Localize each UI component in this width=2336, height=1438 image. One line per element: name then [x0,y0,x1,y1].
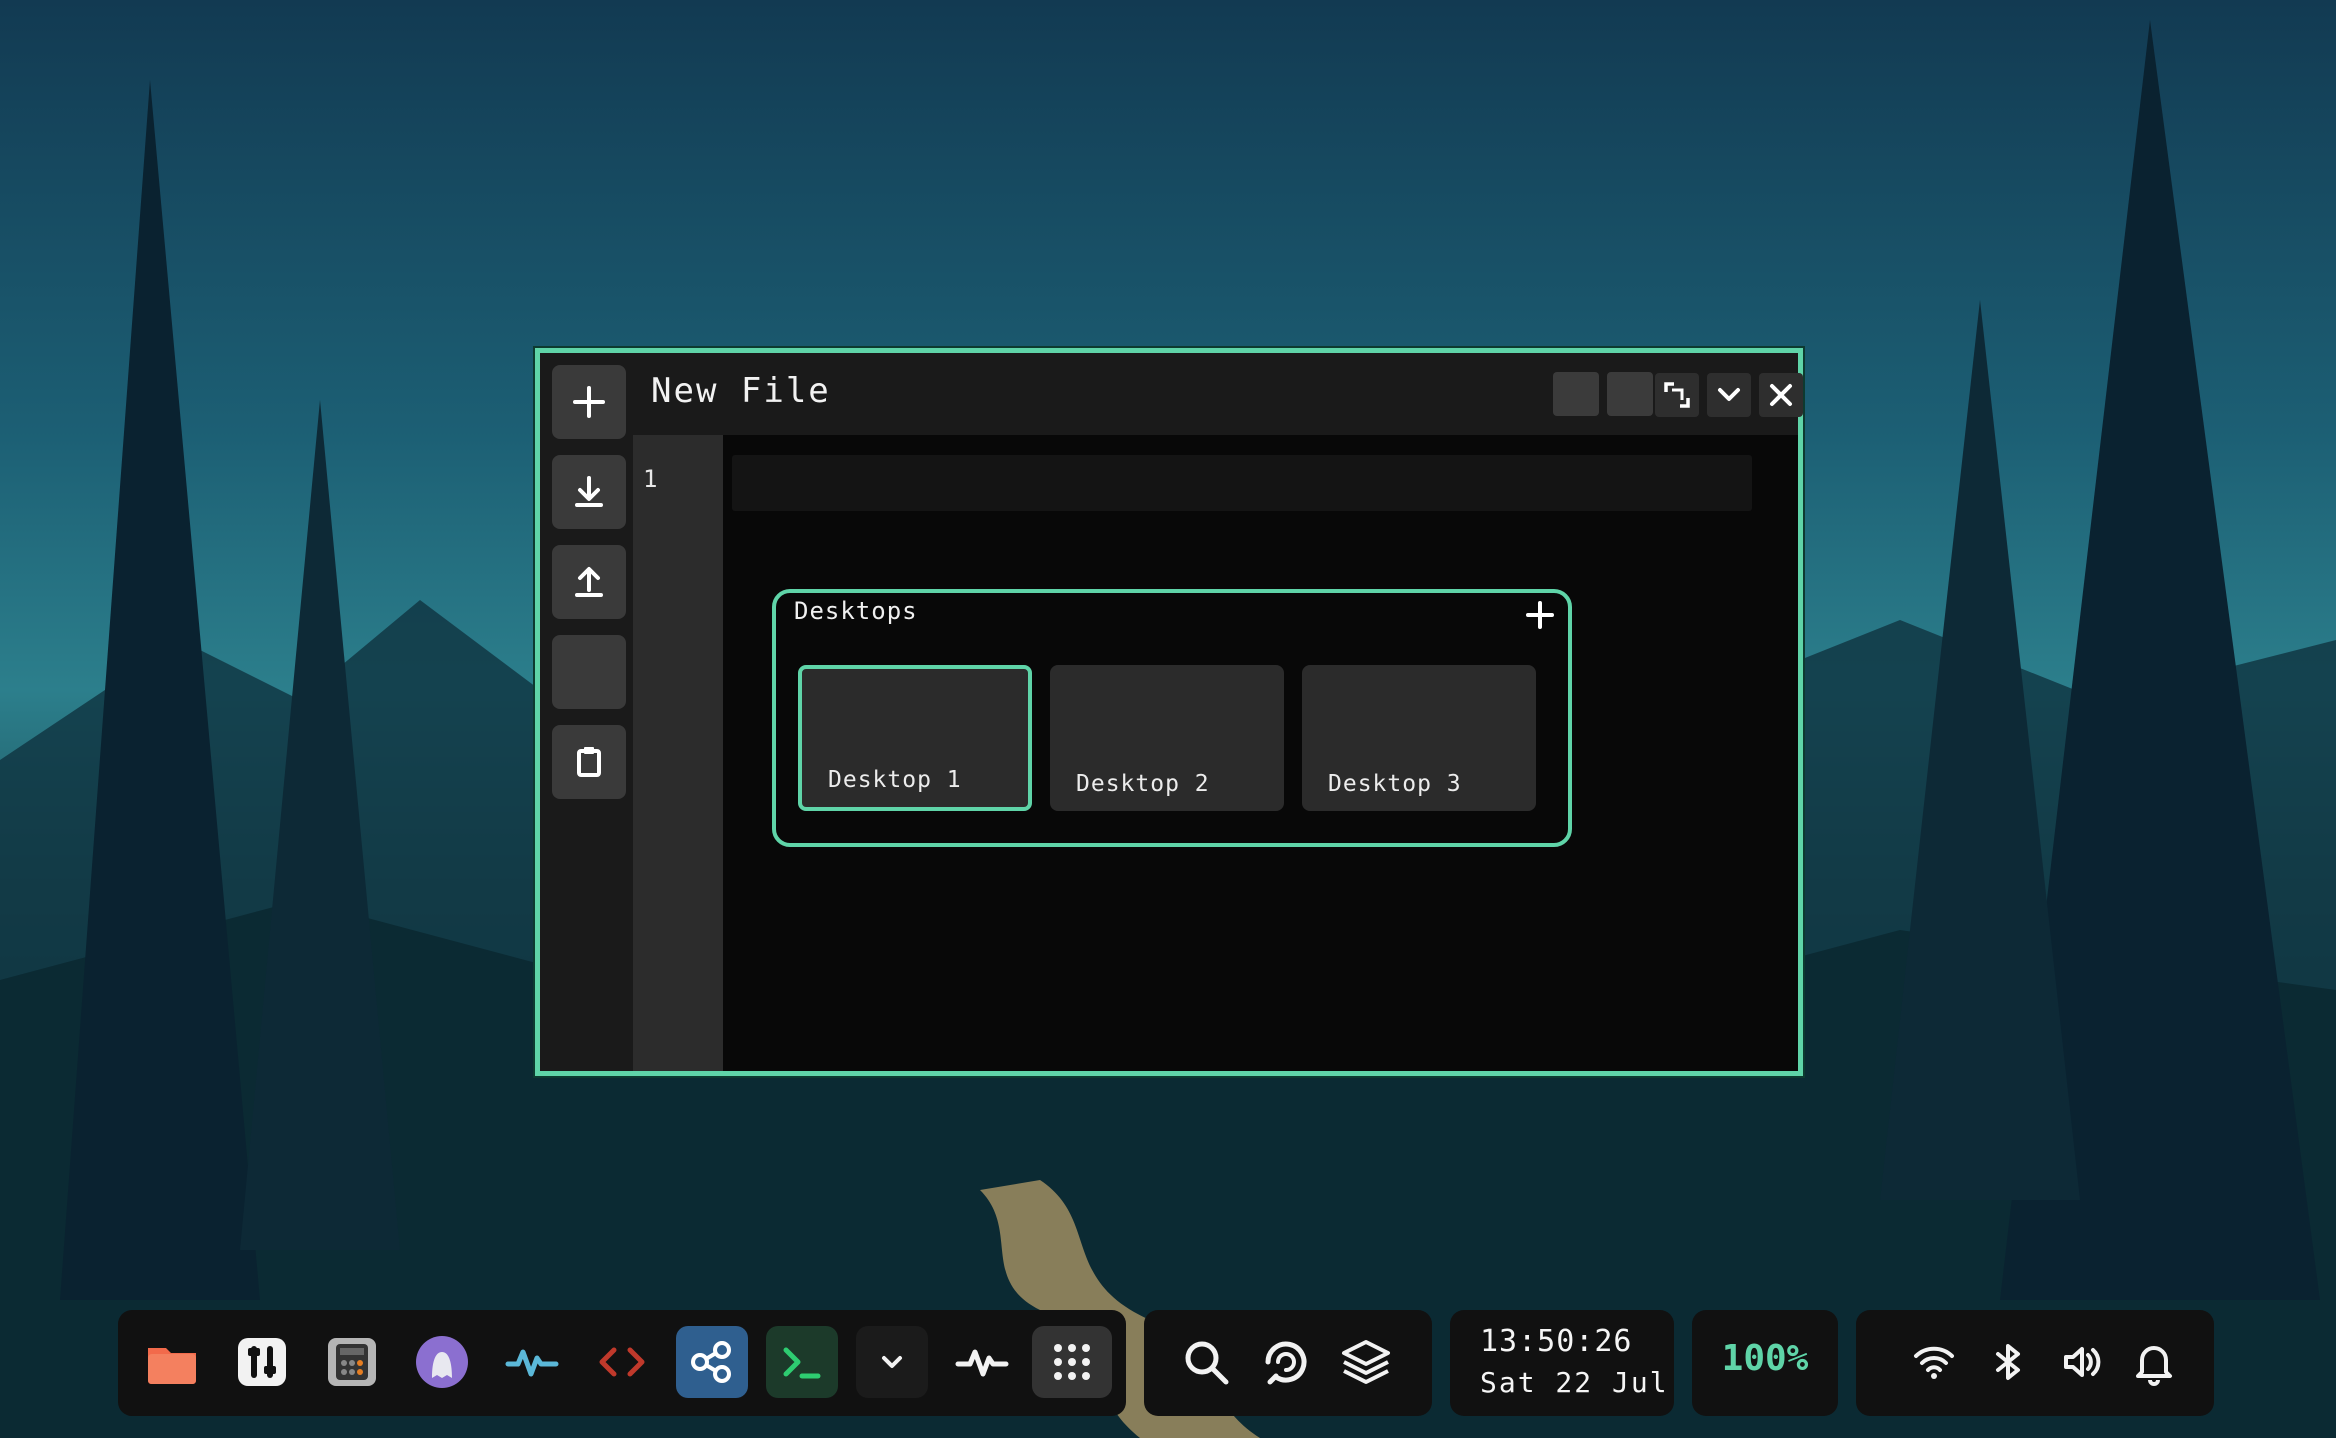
more-apps-button[interactable] [856,1326,928,1398]
quick-actions-panel [1144,1310,1432,1416]
desktops-title: Desktops [794,597,918,625]
plus-icon [1526,601,1554,629]
desktop-card-1[interactable]: Desktop 1 [798,665,1032,811]
battery-panel[interactable]: 100% [1692,1310,1838,1416]
volume-icon [2064,1347,2101,1377]
settings-sliders-icon [238,1338,286,1386]
desktop-label: Desktop 1 [828,767,962,793]
window-titlebar[interactable]: New File [633,353,1803,435]
close-icon [1770,384,1792,406]
bluetooth-icon [1996,1344,2020,1380]
titlebar-tab-placeholder[interactable] [1607,372,1653,416]
minimize-button[interactable] [1707,373,1751,417]
download-icon [575,476,603,507]
wifi-icon [1914,1346,1954,1379]
pulse-app[interactable] [946,1326,1018,1398]
titlebar-tab-placeholder[interactable] [1553,372,1599,416]
add-desktop-button[interactable] [1520,595,1560,635]
clock-time: 13:50:26 [1480,1324,1633,1359]
notifications-button[interactable] [2124,1332,2184,1392]
window-title: New File [651,371,831,411]
save-button[interactable] [552,455,626,529]
refresh-icon [1265,1341,1307,1385]
share-app[interactable] [676,1326,748,1398]
editor-current-line[interactable] [732,455,1752,511]
resize-icon [1664,382,1690,408]
clock-panel[interactable]: 13:50:26 Sat 22 Jul [1450,1310,1674,1416]
volume-button[interactable] [2052,1332,2112,1392]
clock-date: Sat 22 Jul [1480,1366,1669,1399]
resize-button[interactable] [1655,373,1699,417]
editor-window: New File 1 Desktops Desktop 1 Desktop 2 … [535,348,1803,1076]
monitor-app[interactable] [496,1326,568,1398]
activity-icon [505,1349,559,1377]
folder-icon [148,1348,196,1384]
clipboard-icon [577,747,601,777]
settings-app[interactable] [226,1326,298,1398]
search-icon [1185,1341,1229,1385]
calculator-app[interactable] [316,1326,388,1398]
bluetooth-button[interactable] [1978,1332,2038,1392]
line-number: 1 [643,465,658,493]
search-button[interactable] [1170,1326,1242,1398]
bell-icon [2136,1346,2172,1386]
ghost-icon [416,1336,468,1388]
share-icon [691,1341,731,1383]
desktop-card-3[interactable]: Desktop 3 [1302,665,1536,811]
desktop-label: Desktop 2 [1076,771,1210,797]
refresh-button[interactable] [1250,1326,1322,1398]
open-button[interactable] [552,545,626,619]
empty-tool-button[interactable] [552,635,626,709]
files-app[interactable] [136,1326,208,1398]
close-button[interactable] [1759,373,1803,417]
terminal-app[interactable] [766,1326,838,1398]
new-file-button[interactable] [552,365,626,439]
ghost-app[interactable] [406,1326,478,1398]
calculator-icon [328,1338,376,1386]
plus-icon [573,386,605,418]
layers-icon [1342,1340,1390,1384]
app-launcher-button[interactable] [1032,1326,1112,1398]
code-editor-app[interactable] [586,1326,658,1398]
app-dock [118,1310,1126,1416]
app-grid-icon [1054,1344,1090,1380]
chevron-down-icon [882,1356,902,1368]
desktop-label: Desktop 3 [1328,771,1462,797]
system-tray [1856,1310,2214,1416]
code-icon [599,1347,645,1377]
heartbeat-icon [955,1349,1009,1377]
upload-icon [575,567,603,597]
terminal-icon [783,1347,821,1379]
clipboard-button[interactable] [552,725,626,799]
line-number-gutter: 1 [633,435,723,1071]
desktop-card-2[interactable]: Desktop 2 [1050,665,1284,811]
wifi-button[interactable] [1904,1332,1964,1392]
chevron-down-icon [1718,388,1740,401]
editor-side-toolbar [540,353,633,1071]
layers-button[interactable] [1330,1326,1402,1398]
battery-level: 100% [1721,1338,1809,1379]
desktops-overview: Desktops Desktop 1 Desktop 2 Desktop 3 [772,589,1572,847]
